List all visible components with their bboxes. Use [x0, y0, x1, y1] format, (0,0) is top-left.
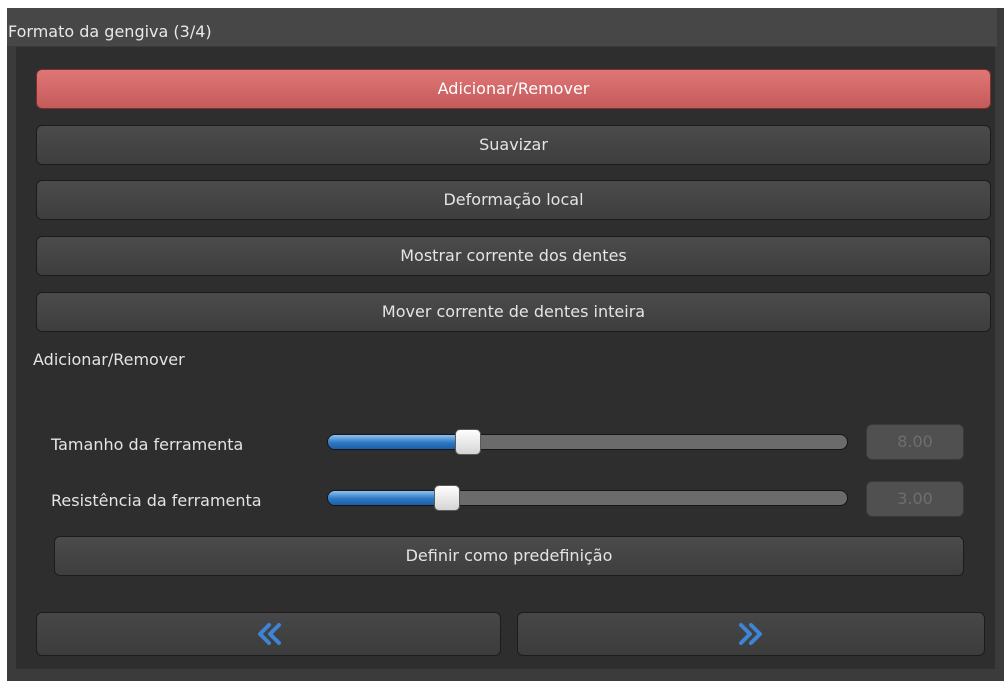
- section-label: Adicionar/Remover: [33, 350, 185, 369]
- tool-size-slider-handle[interactable]: [455, 429, 482, 455]
- double-chevron-left-icon: [257, 623, 281, 645]
- local-deformation-button[interactable]: Deformação local: [36, 180, 991, 220]
- previous-step-button[interactable]: [36, 612, 501, 656]
- tool-resistance-slider[interactable]: [327, 485, 848, 511]
- tool-resistance-label: Resistência da ferramenta: [51, 491, 262, 510]
- smooth-button[interactable]: Suavizar: [36, 125, 991, 165]
- tool-resistance-slider-handle[interactable]: [434, 485, 461, 511]
- show-teeth-chain-button[interactable]: Mostrar corrente dos dentes: [36, 236, 991, 276]
- set-as-default-button[interactable]: Definir como predefinição: [54, 536, 964, 576]
- add-remove-button[interactable]: Adicionar/Remover: [36, 69, 991, 109]
- double-chevron-right-icon: [739, 623, 762, 645]
- panel-title: Formato da gengiva (3/4): [8, 22, 212, 41]
- gum-shape-panel-window: Formato da gengiva (3/4) Adicionar/Remov…: [7, 8, 1004, 681]
- title-bar: Formato da gengiva (3/4): [7, 8, 997, 46]
- tool-size-label: Tamanho da ferramenta: [51, 435, 244, 454]
- tool-size-value[interactable]: 8.00: [866, 424, 964, 460]
- next-step-button[interactable]: [517, 612, 985, 656]
- tool-size-slider[interactable]: [327, 429, 848, 455]
- move-whole-teeth-chain-button[interactable]: Mover corrente de dentes inteira: [36, 292, 991, 332]
- tool-resistance-slider-fill: [328, 491, 448, 505]
- tool-resistance-value[interactable]: 3.00: [866, 481, 964, 517]
- tool-size-slider-fill: [328, 435, 469, 449]
